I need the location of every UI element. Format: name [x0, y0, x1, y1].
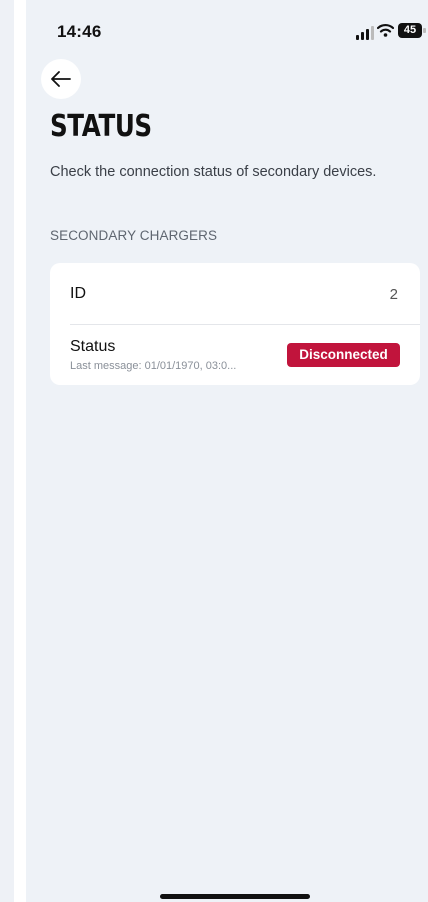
status-row: Status Last message: 01/01/1970, 03:0...… [50, 325, 420, 385]
section-label: SECONDARY CHARGERS [50, 228, 218, 243]
status-time: 14:46 [57, 22, 102, 41]
charger-card: ID 2 Status Last message: 01/01/1970, 03… [50, 263, 420, 385]
wifi-icon [377, 23, 394, 37]
back-button[interactable] [41, 59, 81, 99]
home-indicator[interactable] [160, 894, 310, 899]
last-message-text: Last message: 01/01/1970, 03:0... [70, 360, 237, 372]
page-subtitle: Check the connection status of secondary… [50, 164, 377, 180]
id-value: 2 [389, 286, 398, 303]
signal-icon [356, 26, 374, 40]
left-rail [0, 0, 14, 902]
status-badge: Disconnected [287, 343, 400, 367]
status-bar: 14:46 45 [26, 0, 428, 60]
arrow-left-icon [51, 71, 71, 87]
id-row: ID 2 [50, 263, 420, 325]
status-label: Status [70, 338, 116, 355]
page-title: STATUS [50, 109, 152, 144]
id-label: ID [70, 285, 86, 302]
battery-icon: 45 [398, 23, 426, 38]
battery-level: 45 [403, 24, 417, 36]
screen: 14:46 45 STATUS Check the connection sta… [26, 0, 428, 902]
